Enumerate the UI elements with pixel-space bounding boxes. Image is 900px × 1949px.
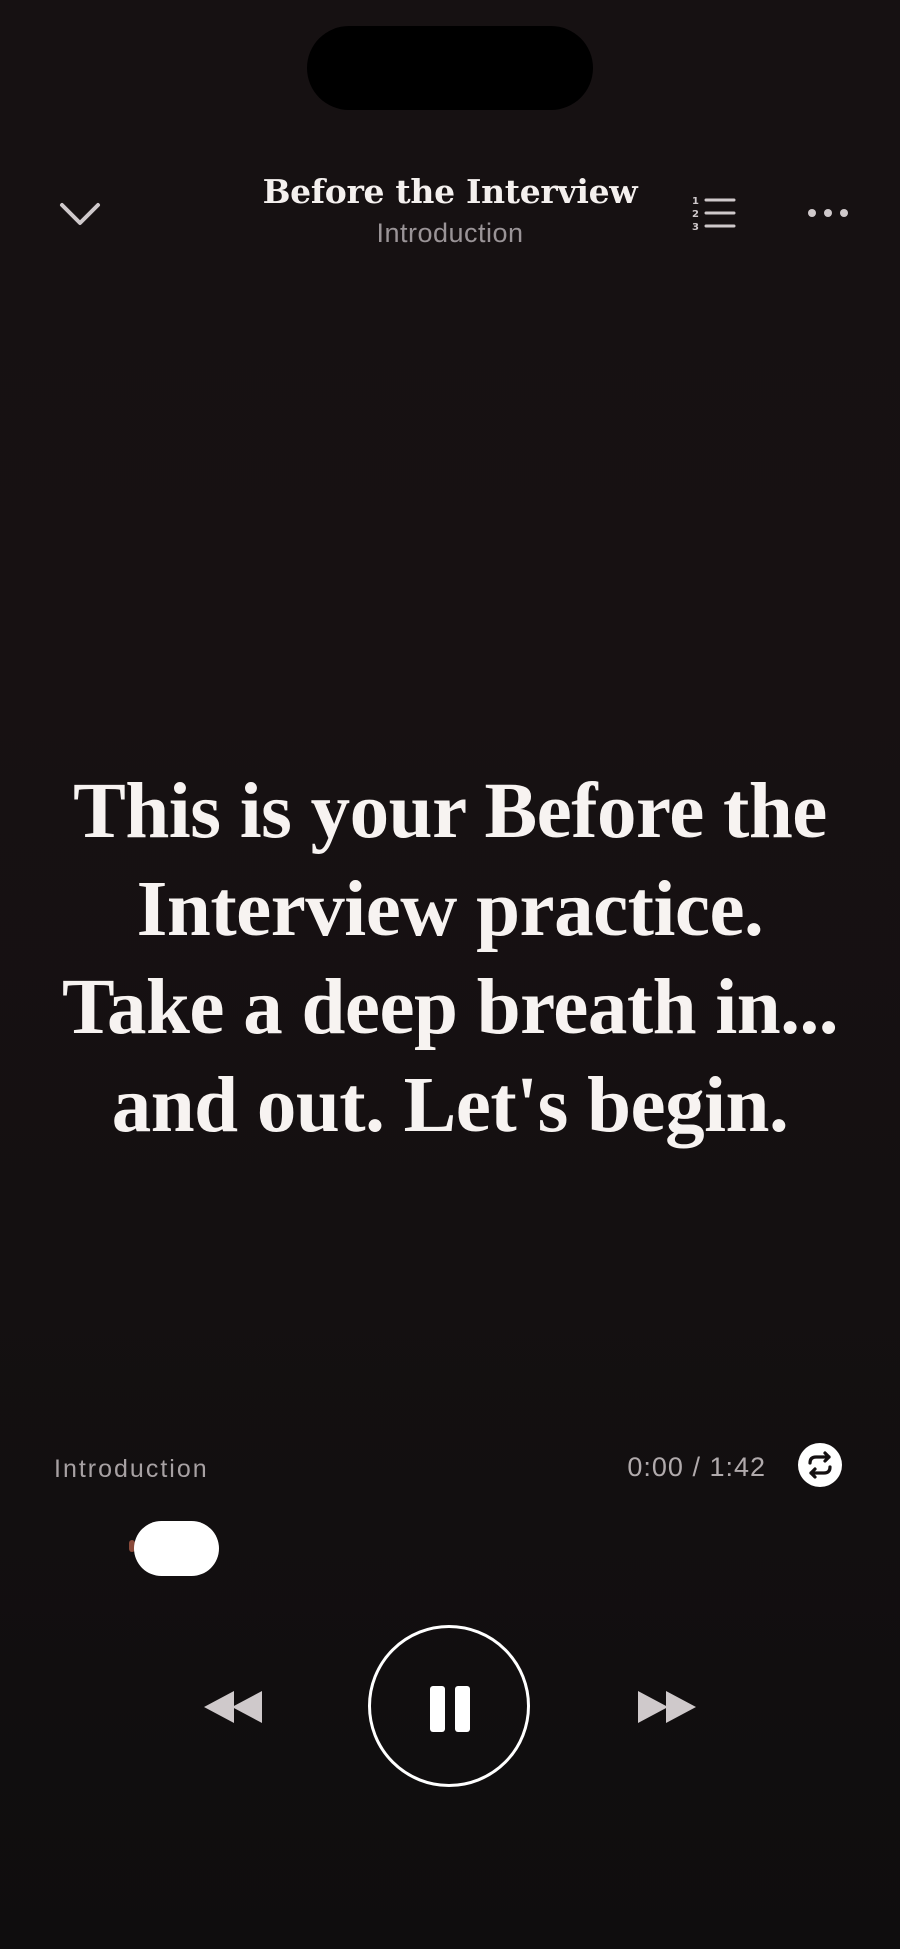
- dynamic-island: [307, 26, 593, 110]
- more-horizontal-icon[interactable]: [800, 190, 856, 240]
- svg-text:2: 2: [692, 209, 699, 220]
- track-label: Introduction: [54, 1455, 209, 1483]
- chevron-down-icon[interactable]: [52, 190, 108, 240]
- rewind-icon[interactable]: [200, 1685, 266, 1729]
- meditation-text: This is your Before the Interview practi…: [62, 768, 838, 1149]
- repeat-icon[interactable]: [798, 1443, 842, 1487]
- page-title: Before the Interview: [262, 172, 638, 211]
- progress-scrubber[interactable]: [134, 1521, 219, 1576]
- pause-button[interactable]: [368, 1625, 530, 1787]
- svg-text:3: 3: [692, 222, 699, 233]
- numbered-list-icon[interactable]: 1 2 3: [690, 190, 744, 240]
- fast-forward-icon[interactable]: [634, 1685, 700, 1729]
- time-display: 0:00 / 1:42: [627, 1452, 766, 1482]
- page-subtitle: Introduction: [376, 218, 524, 248]
- header: Before the Interview Introduction: [150, 170, 750, 249]
- svg-text:1: 1: [692, 196, 699, 207]
